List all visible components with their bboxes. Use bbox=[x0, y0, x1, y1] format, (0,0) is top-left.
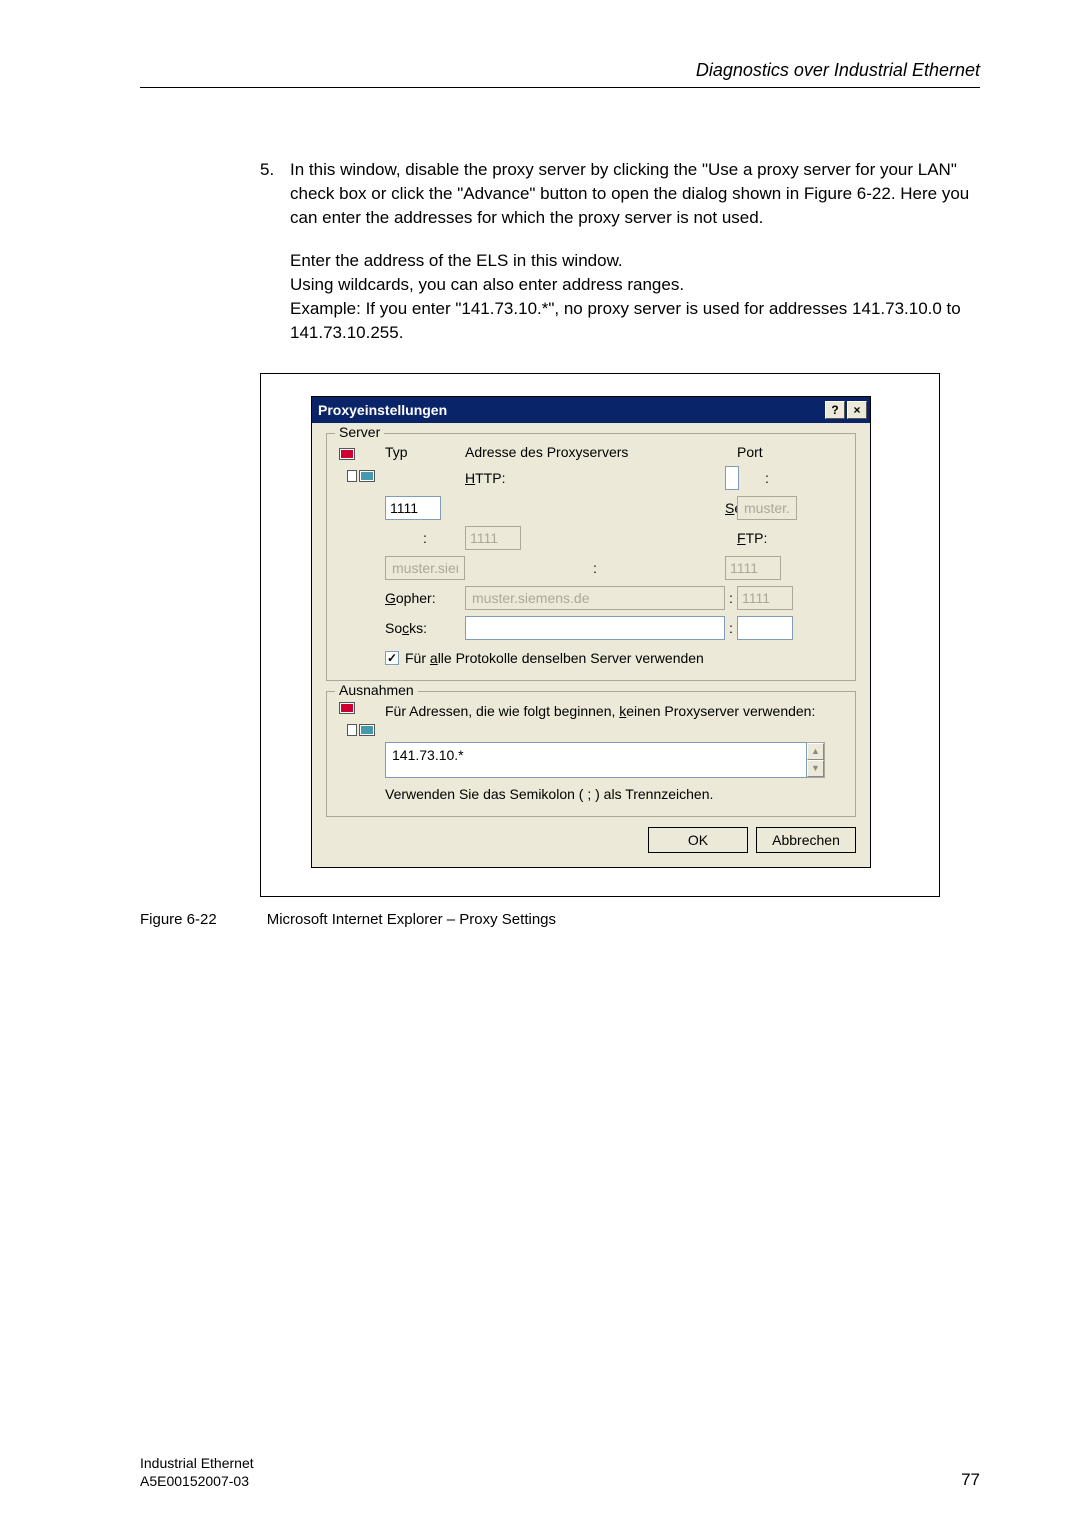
header-rule bbox=[140, 87, 980, 88]
same-server-checkbox[interactable]: ✓ bbox=[385, 651, 399, 665]
colon: : bbox=[737, 470, 797, 486]
figure-number: Figure 6-22 bbox=[140, 911, 217, 928]
socks-port-input[interactable] bbox=[737, 616, 793, 640]
socks-label: Socks: bbox=[385, 620, 465, 636]
gopher-port-input bbox=[737, 586, 793, 610]
dialog-title: Proxyeinstellungen bbox=[318, 402, 447, 418]
same-server-label: Für alle Protokolle denselben Server ver… bbox=[405, 650, 704, 666]
figure-caption: Microsoft Internet Explorer – Proxy Sett… bbox=[267, 911, 556, 928]
proxy-dialog: Proxyeinstellungen ? × Server bbox=[311, 396, 871, 868]
ftp-label: FTP: bbox=[737, 530, 797, 546]
ftp-address-input bbox=[385, 556, 465, 580]
http-label: HTTP: bbox=[465, 470, 725, 486]
exceptions-group-label: Ausnahmen bbox=[335, 682, 418, 698]
footer-line2: A5E00152007-03 bbox=[140, 1472, 980, 1490]
figure-container: Proxyeinstellungen ? × Server bbox=[260, 373, 940, 897]
gopher-label: Gopher: bbox=[385, 590, 465, 606]
footer-line1: Industrial Ethernet bbox=[140, 1454, 980, 1472]
scroll-up-icon[interactable]: ▲ bbox=[807, 743, 824, 760]
dialog-titlebar: Proxyeinstellungen ? × bbox=[312, 397, 870, 423]
network-icon bbox=[339, 448, 385, 482]
step-text: In this window, disable the proxy server… bbox=[290, 158, 980, 229]
step-number: 5. bbox=[260, 158, 290, 229]
ftp-port-input bbox=[725, 556, 781, 580]
cancel-button[interactable]: Abbrechen bbox=[756, 827, 856, 853]
port-header: Port bbox=[737, 444, 797, 460]
semicolon-hint: Verwenden Sie das Semikolon ( ; ) als Tr… bbox=[385, 786, 843, 802]
exceptions-textarea[interactable] bbox=[385, 742, 807, 778]
address-header: Adresse des Proxyservers bbox=[465, 444, 725, 460]
socks-address-input[interactable] bbox=[465, 616, 725, 640]
scroll-down-icon[interactable]: ▼ bbox=[807, 760, 824, 777]
colon: : bbox=[385, 530, 465, 546]
colon: : bbox=[725, 590, 737, 606]
para2-line2: Using wildcards, you can also enter addr… bbox=[290, 273, 980, 297]
scrollbar[interactable]: ▲ ▼ bbox=[807, 742, 825, 778]
server-groupbox: Server Typ Adresse des Proxyservers Port bbox=[326, 433, 856, 681]
secure-port-input bbox=[465, 526, 521, 550]
para2-line3: Example: If you enter "141.73.10.*", no … bbox=[290, 297, 980, 345]
page-header: Diagnostics over Industrial Ethernet bbox=[140, 60, 980, 87]
network-icon bbox=[339, 702, 375, 736]
http-port-input[interactable] bbox=[385, 496, 441, 520]
close-button[interactable]: × bbox=[847, 401, 867, 419]
server-group-label: Server bbox=[335, 424, 384, 440]
exceptions-groupbox: Ausnahmen Für Adressen, die wie folgt be… bbox=[326, 691, 856, 817]
secure-address-input bbox=[737, 496, 797, 520]
colon: : bbox=[465, 560, 725, 576]
help-button[interactable]: ? bbox=[825, 401, 845, 419]
para2-line1: Enter the address of the ELS in this win… bbox=[290, 249, 980, 273]
gopher-address-input bbox=[465, 586, 725, 610]
ok-button[interactable]: OK bbox=[648, 827, 748, 853]
page-number: 77 bbox=[961, 1470, 980, 1490]
colon: : bbox=[725, 620, 737, 636]
typ-header: Typ bbox=[385, 444, 465, 460]
page-footer: Industrial Ethernet A5E00152007-03 77 bbox=[140, 1454, 980, 1490]
secure-label: Secure: bbox=[725, 500, 737, 516]
exceptions-text: Für Adressen, die wie folgt beginnen, ke… bbox=[385, 702, 843, 722]
